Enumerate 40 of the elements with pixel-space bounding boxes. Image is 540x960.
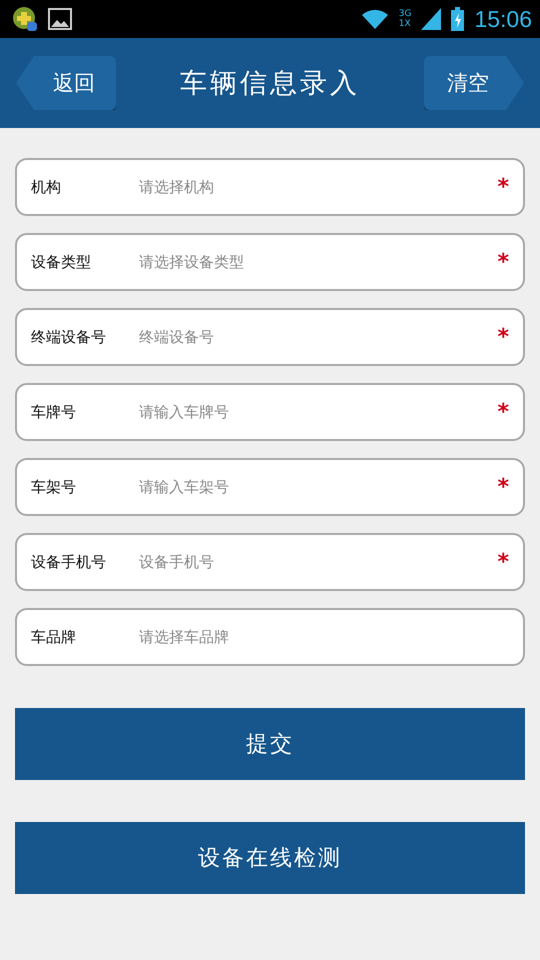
form-field[interactable]: 车架号 请输入车架号 *: [15, 458, 525, 516]
field-label: 车架号: [31, 478, 77, 496]
back-button[interactable]: 返回: [16, 56, 116, 110]
field-label: 设备手机号: [31, 552, 107, 572]
wifi-icon: [360, 8, 389, 30]
clear-button[interactable]: 清空: [424, 56, 524, 110]
required-mark: *: [497, 250, 509, 274]
field-label: 车品牌: [31, 628, 77, 646]
required-mark: *: [497, 550, 509, 574]
battery-icon: [451, 7, 464, 31]
input-field[interactable]: 终端设备号: [137, 327, 498, 347]
clock-time: 15:06: [474, 6, 532, 32]
signal-icon: [421, 8, 442, 30]
form-field[interactable]: 终端设备号 终端设备号 *: [15, 308, 525, 366]
network-type: 3G: [398, 9, 412, 19]
page-title: 车辆信息录入: [180, 67, 360, 101]
network-type: 1X: [398, 19, 412, 29]
field-label: 终端设备号: [31, 328, 107, 346]
input-field[interactable]: 请输入车架号: [137, 477, 498, 497]
input-field[interactable]: 设备手机号: [137, 552, 498, 572]
input-field[interactable]: 请选择车品牌: [137, 627, 509, 647]
form-field[interactable]: 车品牌 请选择车品牌: [15, 608, 525, 666]
form-field[interactable]: 机构 请选择机构 *: [15, 158, 525, 216]
app-icon: [12, 6, 38, 32]
required-mark: *: [497, 174, 509, 200]
required-mark: *: [497, 400, 509, 424]
required-mark: *: [497, 324, 509, 350]
action-button[interactable]: 提交: [15, 708, 525, 780]
field-label: 车牌号: [31, 402, 77, 422]
form-field[interactable]: 设备类型 请选择设备类型 *: [15, 233, 525, 291]
image-icon: [48, 8, 72, 30]
required-mark: *: [497, 474, 509, 500]
input-field[interactable]: 请选择机构: [137, 177, 498, 197]
input-field[interactable]: 请输入车牌号: [137, 402, 498, 422]
field-label: 机构: [31, 178, 62, 196]
form-field[interactable]: 车牌号 请输入车牌号 *: [15, 383, 525, 441]
field-label: 设备类型: [31, 252, 92, 272]
input-field[interactable]: 请选择设备类型: [137, 252, 498, 272]
action-button[interactable]: 设备在线检测: [15, 822, 525, 894]
form-field[interactable]: 设备手机号 设备手机号 *: [15, 533, 525, 591]
